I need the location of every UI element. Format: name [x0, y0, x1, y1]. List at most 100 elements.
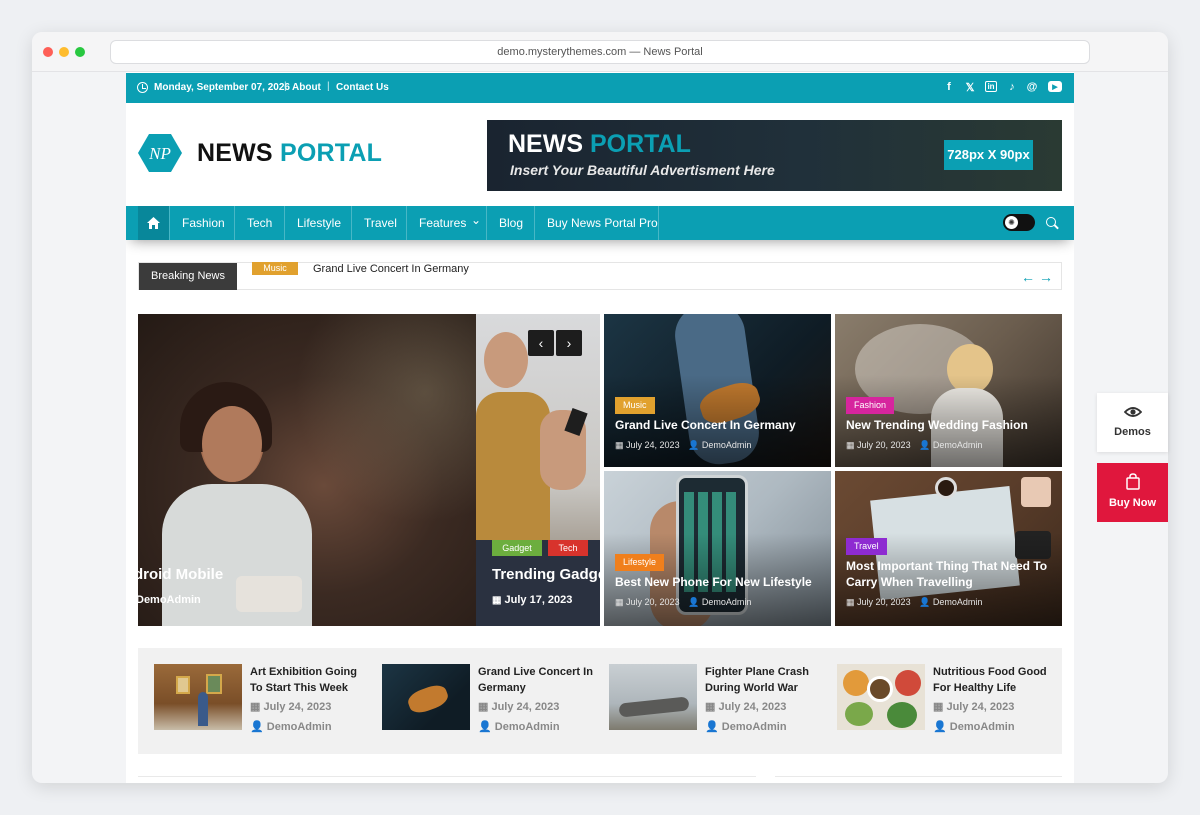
- user-icon: 👤: [250, 721, 267, 733]
- news-card[interactable]: Fashion New Trending Wedding Fashion ▦ J…: [835, 314, 1062, 467]
- divider: |: [327, 81, 330, 92]
- top-bar: Monday, September 07, 2026 | About | Con…: [126, 73, 1074, 103]
- nav-item-buy-pro[interactable]: Buy News Portal Pro: [534, 206, 659, 240]
- news-card[interactable]: Travel Most Important Thing That Need To…: [835, 471, 1062, 626]
- news-card[interactable]: Music Grand Live Concert In Germany ▦ Ju…: [604, 314, 831, 467]
- ticker-headline[interactable]: Grand Live Concert In Germany: [313, 263, 469, 275]
- logo-word-news: NEWS: [197, 139, 273, 167]
- logo-icon[interactable]: NP: [138, 134, 182, 172]
- home-icon: [147, 217, 160, 229]
- search-icon[interactable]: [1046, 217, 1056, 227]
- buy-now-button[interactable]: Buy Now: [1097, 463, 1168, 522]
- linkedin-icon[interactable]: in: [985, 81, 997, 92]
- address-bar[interactable]: demo.mysterythemes.com — News Portal: [110, 40, 1090, 64]
- card-date: July 24, 2023: [626, 440, 680, 450]
- facebook-icon[interactable]: f: [944, 80, 954, 94]
- slide-image-woman-phone[interactable]: droid Mobile DemoAdmin: [138, 314, 476, 626]
- featured-slider: droid Mobile DemoAdmin Gadget Tech Trend…: [138, 314, 600, 626]
- nav-item-tech[interactable]: Tech: [234, 206, 284, 240]
- ad-title-portal: PORTAL: [589, 130, 691, 158]
- site-logo-text[interactable]: NEWS PORTAL: [197, 139, 382, 168]
- post-date: ▦ July 24, 2023: [250, 700, 331, 713]
- card-date: July 20, 2023: [857, 597, 911, 607]
- thumb-painting: [176, 676, 190, 694]
- dark-mode-toggle[interactable]: ✺: [1003, 214, 1035, 231]
- post-title[interactable]: Grand Live Concert In Germany: [478, 664, 596, 696]
- sun-icon: ✺: [1005, 216, 1018, 229]
- nav-item-features-label: Features: [419, 216, 467, 230]
- thumb-visitor: [198, 692, 208, 726]
- nav-item-features[interactable]: Features ⌄: [406, 206, 486, 240]
- post-title[interactable]: Art Exhibition Going To Start This Week: [250, 664, 368, 696]
- thumb-bowl: [843, 670, 869, 696]
- card-category[interactable]: Travel: [846, 538, 887, 555]
- card-title[interactable]: New Trending Wedding Fashion: [846, 417, 1054, 433]
- shopping-bag-icon: [1125, 473, 1140, 490]
- slide-cup: [236, 576, 302, 612]
- card-coffee: [935, 477, 957, 499]
- card-title[interactable]: Most Important Thing That Need To Carry …: [846, 558, 1054, 590]
- post-thumbnail-art-exhibition[interactable]: [154, 664, 242, 730]
- slider-prev-button[interactable]: ‹: [528, 330, 554, 356]
- demos-button[interactable]: Demos: [1097, 393, 1168, 452]
- slide-category-gadget[interactable]: Gadget: [492, 540, 542, 556]
- slide-title[interactable]: droid Mobile: [138, 566, 223, 583]
- post-author: 👤 DemoAdmin: [933, 720, 1015, 733]
- post-thumbnail-concert[interactable]: [382, 664, 470, 730]
- card-title[interactable]: Best New Phone For New Lifestyle: [615, 574, 823, 590]
- arrow-left-icon[interactable]: ←: [1021, 269, 1035, 285]
- post-thumbnail-food[interactable]: [837, 664, 925, 730]
- breaking-news-label: Breaking News: [139, 263, 237, 290]
- card-meta: ▦ July 20, 2023 👤 DemoAdmin: [846, 597, 982, 608]
- card-author: DemoAdmin: [932, 440, 983, 450]
- post-author-text: DemoAdmin: [949, 721, 1015, 733]
- contact-us-link[interactable]: Contact Us: [336, 82, 389, 93]
- close-window-button[interactable]: [43, 47, 53, 57]
- post-thumbnail-plane-crash[interactable]: [609, 664, 697, 730]
- nav-item-fashion[interactable]: Fashion: [169, 206, 234, 240]
- slide-image-man-phone[interactable]: Gadget Tech Trending Gadge ▦ July 17, 20…: [476, 314, 600, 626]
- maximize-window-button[interactable]: [75, 47, 85, 57]
- card-title[interactable]: Grand Live Concert In Germany: [615, 417, 823, 433]
- nav-item-lifestyle[interactable]: Lifestyle: [284, 206, 351, 240]
- minimize-window-button[interactable]: [59, 47, 69, 57]
- chevron-down-icon: ⌄: [471, 213, 482, 227]
- post-author-text: DemoAdmin: [266, 721, 332, 733]
- tiktok-icon[interactable]: ♪: [1006, 80, 1018, 94]
- ad-subtitle: Insert Your Beautiful Advertisment Here: [510, 162, 775, 178]
- ticker-category-badge[interactable]: Music: [252, 262, 298, 275]
- arrow-right-icon[interactable]: →: [1039, 269, 1053, 285]
- card-category[interactable]: Lifestyle: [615, 554, 665, 571]
- advertisement-banner[interactable]: NEWS PORTAL Insert Your Beautiful Advert…: [487, 120, 1062, 191]
- card-category[interactable]: Music: [615, 397, 655, 414]
- calendar-icon: ▦: [846, 597, 855, 607]
- slide-category-tech[interactable]: Tech: [548, 540, 588, 556]
- nav-item-blog[interactable]: Blog: [486, 206, 534, 240]
- card-category[interactable]: Fashion: [846, 397, 895, 414]
- post-date-text: July 24, 2023: [946, 701, 1015, 713]
- news-card[interactable]: Lifestyle Best New Phone For New Lifesty…: [604, 471, 831, 626]
- about-link[interactable]: About: [292, 82, 321, 93]
- ad-title: NEWS PORTAL: [508, 130, 691, 159]
- sidebar-section-edge: [775, 776, 1062, 783]
- slider-next-button[interactable]: ›: [556, 330, 582, 356]
- post-author-text: DemoAdmin: [494, 721, 560, 733]
- slide-date: ▦ July 17, 2023: [492, 594, 572, 606]
- nav-item-travel[interactable]: Travel: [351, 206, 406, 240]
- home-button[interactable]: [138, 206, 169, 240]
- post-title[interactable]: Fighter Plane Crash During World War: [705, 664, 823, 696]
- divider: |: [284, 81, 287, 92]
- buy-now-label: Buy Now: [1108, 497, 1157, 509]
- browser-toolbar: demo.mysterythemes.com — News Portal: [32, 32, 1168, 72]
- youtube-icon[interactable]: ▶: [1048, 81, 1062, 92]
- logo-word-portal: PORTAL: [279, 139, 383, 167]
- calendar-icon: ▦: [933, 701, 947, 713]
- slide-title[interactable]: Trending Gadge: [492, 566, 600, 583]
- post-title[interactable]: Nutritious Food Good For Healthy Life: [933, 664, 1051, 696]
- threads-icon[interactable]: @: [1026, 80, 1038, 94]
- clock-icon: [137, 82, 148, 93]
- breaking-news-ticker: Breaking News Music Grand Live Concert I…: [138, 262, 1062, 290]
- content-section-edge: [138, 776, 756, 783]
- current-date: Monday, September 07, 2026: [154, 82, 290, 93]
- x-icon[interactable]: 𝕏: [964, 80, 976, 94]
